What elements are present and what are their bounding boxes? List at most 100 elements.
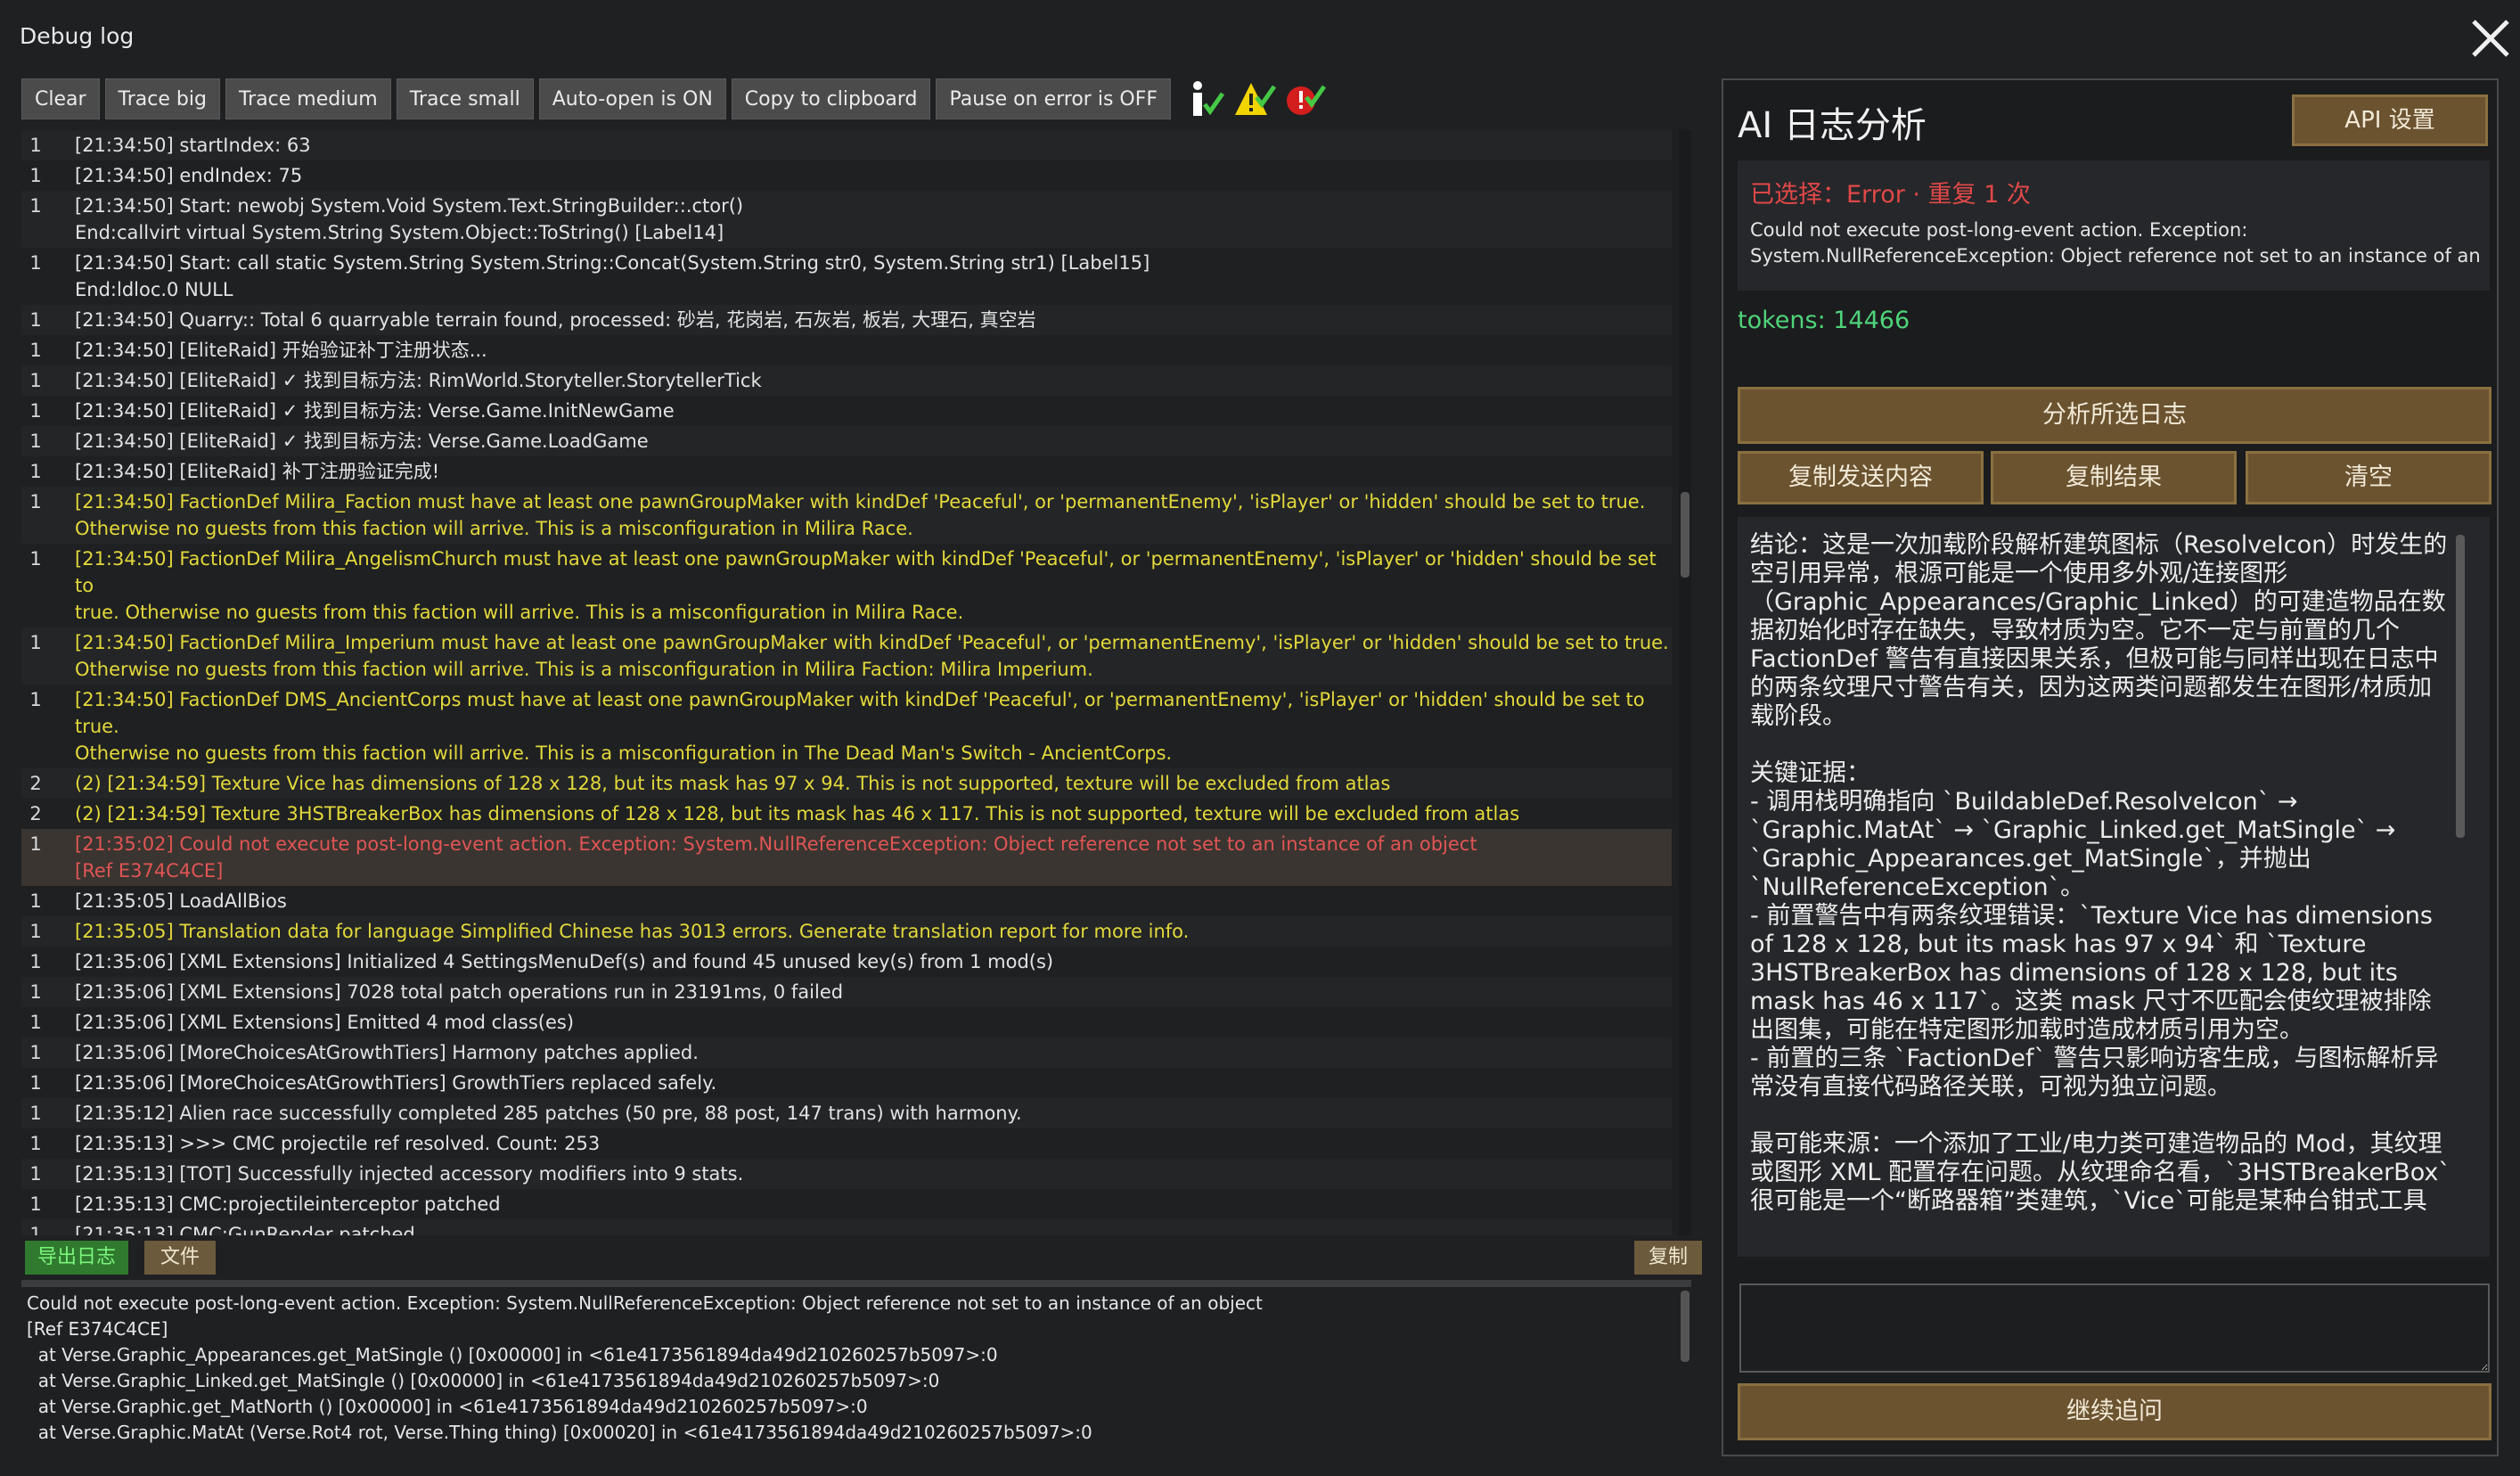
log-count: 1 (29, 461, 42, 482)
log-scrollbar-thumb[interactable] (1681, 492, 1690, 578)
log-count: 2 (29, 773, 42, 794)
log-text: [21:34:50] Start: call static System.Str… (75, 252, 1150, 300)
log-text: [21:35:13] CMC:GunRender patched (75, 1224, 415, 1235)
followup-button[interactable]: 继续追问 (1738, 1383, 2491, 1440)
pause-on-error-toggle[interactable]: Pause on error is OFF (936, 78, 1172, 119)
window-title: Debug log (20, 23, 135, 49)
log-count: 1 (29, 1072, 42, 1094)
log-row[interactable]: 1 [21:34:50] [EliteRaid] 开始验证补丁注册状态... (21, 335, 1672, 365)
log-text: [21:34:50] FactionDef Milira_AngelismChu… (75, 548, 1657, 623)
log-count: 1 (29, 1193, 42, 1215)
log-row[interactable]: 1 [21:34:50] Quarry:: Total 6 quarryable … (21, 305, 1672, 335)
splitter[interactable] (21, 1280, 1691, 1287)
log-scrollbar[interactable] (1679, 130, 1691, 1235)
trace-small-button[interactable]: Trace small (396, 78, 534, 119)
log-text: [21:35:13] CMC:projectileinterceptor pat… (75, 1193, 501, 1215)
error-filter-icon[interactable] (1283, 78, 1327, 120)
log-text: [21:35:06] [XML Extensions] 7028 total p… (75, 981, 844, 1003)
log-row[interactable]: 1 [21:34:50] FactionDef Milira_Faction mu… (21, 487, 1672, 544)
followup-input[interactable] (1739, 1283, 2490, 1373)
detail-scrollbar-thumb[interactable] (1681, 1291, 1690, 1362)
log-row[interactable]: 1 [21:35:06] [XML Extensions] 7028 total … (21, 977, 1672, 1007)
file-button[interactable]: 文件 (144, 1241, 217, 1275)
log-row[interactable]: 1 [21:34:50] endIndex: 75 (21, 160, 1672, 191)
log-row[interactable]: 1 [21:35:06] [MoreChoicesAtGrowthTiers] H… (21, 1037, 1672, 1068)
log-text: [21:35:06] [XML Extensions] Emitted 4 mo… (75, 1012, 575, 1033)
log-row[interactable]: 1 [21:34:50] Start: call static System.St… (21, 248, 1672, 305)
log-row[interactable]: 1 [21:35:05] LoadAllBios (21, 886, 1672, 916)
log-text: [21:35:13] >>> CMC projectile ref resolv… (75, 1133, 601, 1154)
selected-log-text: Could not execute post-long-event action… (1750, 219, 2481, 266)
toolbar: Clear Trace big Trace medium Trace small… (21, 78, 1327, 120)
log-row[interactable]: 1 [21:34:50] [EliteRaid] ✓ 找到目标方法: Verse.… (21, 426, 1672, 456)
selected-log-label: 已选择：Error · 重复 1 次 (1750, 181, 2031, 209)
log-count: 1 (29, 890, 42, 912)
log-text: [21:34:50] FactionDef Milira_Imperium mu… (75, 632, 1669, 680)
log-row[interactable]: 1 [21:35:05] Translation data for languag… (21, 916, 1672, 947)
copy-to-clipboard-button[interactable]: Copy to clipboard (731, 78, 931, 119)
log-row[interactable]: 1 [21:35:13] CMC:GunRender patched (21, 1219, 1672, 1235)
log-count: 1 (29, 165, 42, 186)
log-text: [21:34:50] [EliteRaid] ✓ 找到目标方法: Verse.G… (75, 400, 675, 422)
log-count: 2 (29, 803, 42, 824)
log-count: 1 (29, 1103, 42, 1124)
log-count: 1 (29, 548, 42, 570)
export-log-button[interactable]: 导出日志 (25, 1241, 129, 1275)
log-count: 1 (29, 951, 42, 972)
log-count: 1 (29, 309, 42, 331)
log-count: 1 (29, 491, 42, 512)
log-text: [21:34:50] [EliteRaid] 开始验证补丁注册状态... (75, 340, 487, 361)
log-row[interactable]: 1 [21:35:12] Alien race successfully comp… (21, 1098, 1672, 1128)
log-text: (2) [21:34:59] Texture Vice has dimensio… (75, 773, 1391, 794)
copy-result-button[interactable]: 复制结果 (1991, 451, 2237, 504)
log-text: [21:34:50] FactionDef Milira_Faction mus… (75, 491, 1646, 539)
info-filter-icon[interactable] (1183, 78, 1226, 120)
log-row[interactable]: 1 [21:35:06] [MoreChoicesAtGrowthTiers] G… (21, 1068, 1672, 1098)
log-text: [21:34:50] [EliteRaid] ✓ 找到目标方法: RimWorl… (75, 370, 762, 391)
api-settings-button[interactable]: API 设置 (2292, 94, 2488, 146)
log-row[interactable]: 1 [21:34:50] startIndex: 63 (21, 130, 1672, 160)
log-row[interactable]: 1 [21:35:13] CMC:projectileinterceptor pa… (21, 1189, 1672, 1219)
copy-send-content-button[interactable]: 复制发送内容 (1738, 451, 1984, 504)
log-row[interactable]: 1 [21:34:50] [EliteRaid] 补丁注册验证完成! (21, 456, 1672, 487)
warning-filter-icon[interactable] (1233, 78, 1277, 120)
log-text: [21:35:06] [MoreChoicesAtGrowthTiers] Ha… (75, 1042, 699, 1063)
log-count: 1 (29, 981, 42, 1003)
log-row[interactable]: 1 [21:35:02] Could not execute post-long-… (21, 829, 1672, 886)
trace-big-button[interactable]: Trace big (104, 78, 220, 119)
log-row[interactable]: 1 [21:35:06] [XML Extensions] Emitted 4 m… (21, 1007, 1672, 1037)
result-scrollbar-thumb[interactable] (2456, 535, 2465, 838)
close-icon[interactable] (2465, 12, 2516, 64)
analyze-selected-button[interactable]: 分析所选日志 (1738, 387, 2491, 444)
log-text: [21:35:12] Alien race successfully compl… (75, 1103, 1022, 1124)
clear-button[interactable]: Clear (21, 78, 100, 119)
log-row[interactable]: 2 (2) [21:34:59] Texture 3HSTBreakerBox h… (21, 799, 1672, 829)
ai-panel-title: AI 日志分析 (1738, 105, 1927, 146)
log-row[interactable]: 1 [21:34:50] [EliteRaid] ✓ 找到目标方法: Verse.… (21, 396, 1672, 426)
log-row[interactable]: 1 [21:34:50] FactionDef Milira_AngelismCh… (21, 544, 1672, 627)
log-text: [21:34:50] [EliteRaid] 补丁注册验证完成! (75, 461, 440, 482)
log-row[interactable]: 1 [21:34:50] Start: newobj System.Void Sy… (21, 191, 1672, 248)
log-row[interactable]: 2 (2) [21:34:59] Texture Vice has dimensi… (21, 768, 1672, 799)
log-count: 1 (29, 1012, 42, 1033)
log-count: 1 (29, 689, 42, 710)
log-count: 1 (29, 1042, 42, 1063)
token-count: tokens: 14466 (1738, 307, 1910, 334)
log-count: 1 (29, 400, 42, 422)
log-count: 1 (29, 632, 42, 653)
trace-medium-button[interactable]: Trace medium (225, 78, 391, 119)
clear-ai-button[interactable]: 清空 (2246, 451, 2491, 504)
log-count: 1 (29, 833, 42, 855)
log-row[interactable]: 1 [21:35:13] [TOT] Successfully injected … (21, 1159, 1672, 1189)
log-count: 1 (29, 195, 42, 217)
log-row[interactable]: 1 [21:34:50] FactionDef DMS_AncientCorps … (21, 685, 1672, 768)
copy-detail-button[interactable]: 复制 (1634, 1241, 1703, 1275)
log-text: [21:34:50] Start: newobj System.Void Sys… (75, 195, 744, 243)
log-text: [21:34:50] startIndex: 63 (75, 135, 311, 156)
auto-open-toggle[interactable]: Auto-open is ON (538, 78, 726, 119)
log-row[interactable]: 1 [21:34:50] [EliteRaid] ✓ 找到目标方法: RimWor… (21, 365, 1672, 396)
log-list[interactable]: 1 [21:34:50] startIndex: 63 1 [21:34:50] en… (21, 130, 1672, 1235)
log-row[interactable]: 1 [21:35:13] >>> CMC projectile ref resol… (21, 1128, 1672, 1159)
log-row[interactable]: 1 [21:34:50] FactionDef Milira_Imperium m… (21, 627, 1672, 685)
log-row[interactable]: 1 [21:35:06] [XML Extensions] Initialized… (21, 947, 1672, 977)
